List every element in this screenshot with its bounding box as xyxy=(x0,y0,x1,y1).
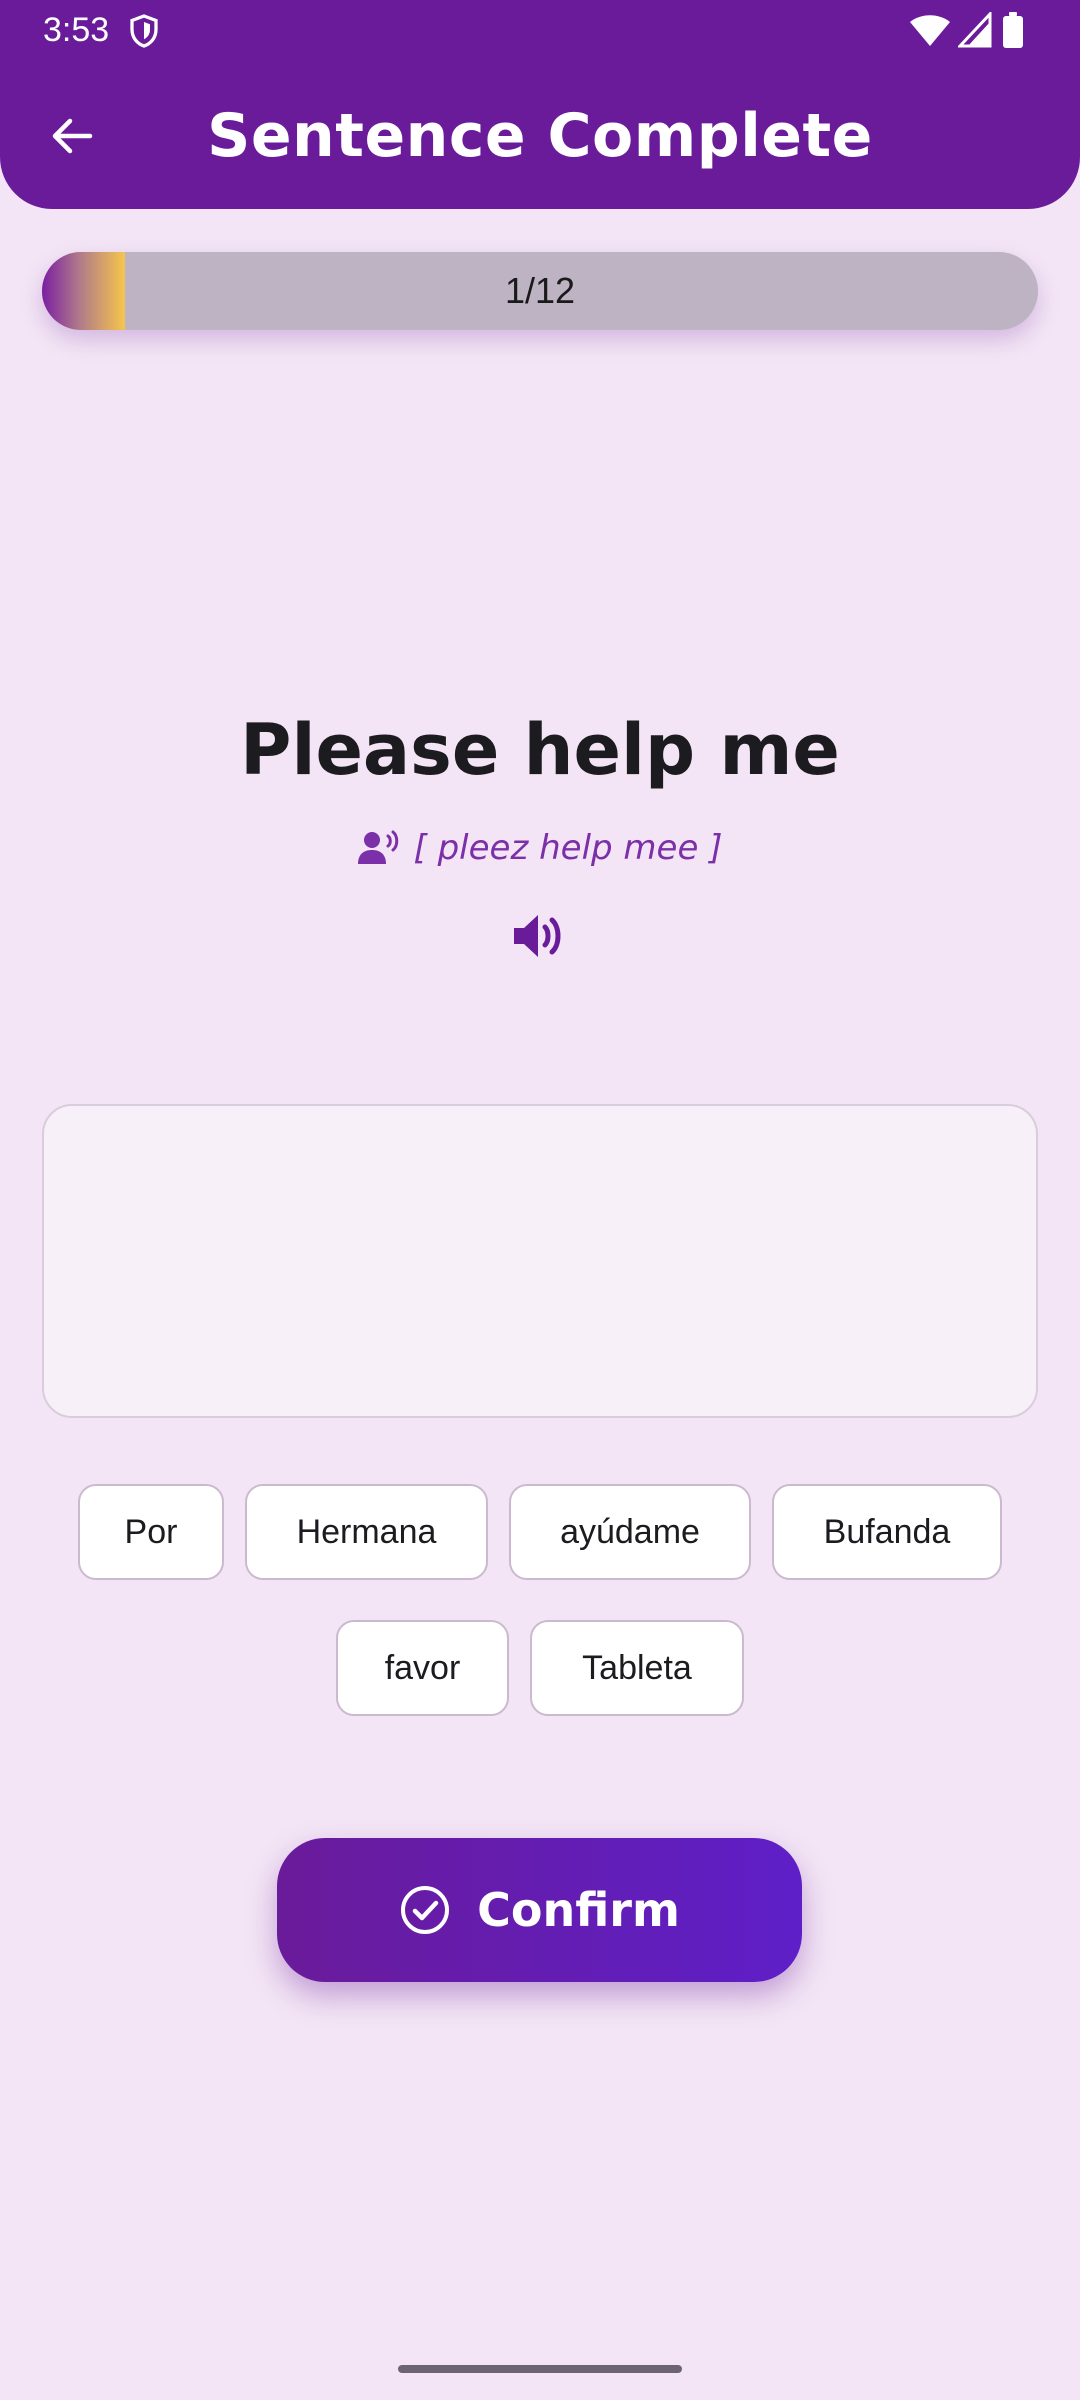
app-header: 3:53 Sentence Complete xyxy=(0,0,1080,209)
pronunciation: [ pleez help mee ] xyxy=(0,822,1080,874)
word-chip-tableta[interactable]: Tableta xyxy=(530,1620,744,1716)
page-title: Sentence Complete xyxy=(207,101,873,171)
confirm-label: Confirm xyxy=(477,1883,680,1937)
word-chip-ayudame[interactable]: ayúdame xyxy=(509,1484,751,1580)
progress-bar: 1/12 xyxy=(42,252,1038,330)
speaker-icon xyxy=(514,915,561,957)
shield-icon xyxy=(130,14,158,48)
signal-icon xyxy=(958,12,992,48)
battery-icon xyxy=(1003,12,1023,48)
check-circle-icon xyxy=(401,1886,450,1934)
word-chip-favor[interactable]: favor xyxy=(336,1620,509,1716)
progress-label: 1/12 xyxy=(504,270,576,311)
status-icons xyxy=(880,0,1080,62)
word-chip-bufanda[interactable]: Bufanda xyxy=(772,1484,1002,1580)
confirm-button[interactable]: Confirm xyxy=(277,1838,802,1982)
status-bar: 3:53 xyxy=(0,0,1080,62)
word-chip-hermana[interactable]: Hermana xyxy=(245,1484,488,1580)
play-audio-button[interactable] xyxy=(508,906,572,966)
gesture-bar[interactable] xyxy=(398,2365,682,2373)
speaking-person-icon xyxy=(357,830,398,864)
pronunciation-text: [ pleez help mee ] xyxy=(413,828,723,868)
status-time: 3:53 xyxy=(43,11,110,49)
wifi-icon xyxy=(910,15,950,46)
answer-area[interactable] xyxy=(42,1104,1038,1418)
word-chip-por[interactable]: Por xyxy=(78,1484,224,1580)
prompt-sentence: Please help me xyxy=(240,709,840,791)
